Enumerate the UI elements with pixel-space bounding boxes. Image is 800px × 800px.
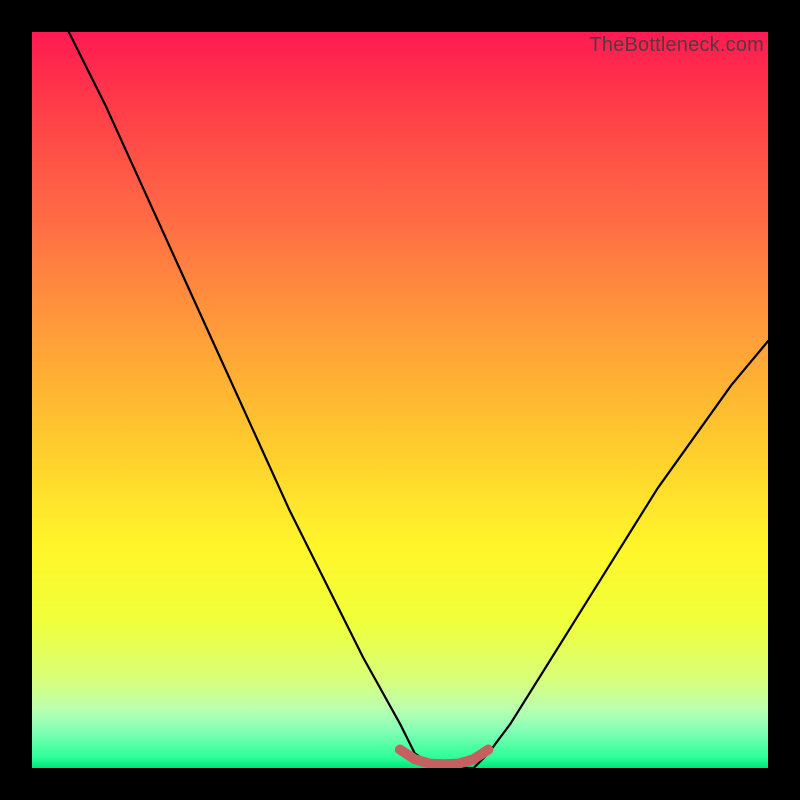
plot-area: TheBottleneck.com	[32, 32, 768, 768]
sweet-spot-dot-right	[483, 745, 493, 755]
bottleneck-curve-path	[69, 32, 768, 768]
chart-svg	[32, 32, 768, 768]
sweet-spot-dot-left	[395, 745, 405, 755]
